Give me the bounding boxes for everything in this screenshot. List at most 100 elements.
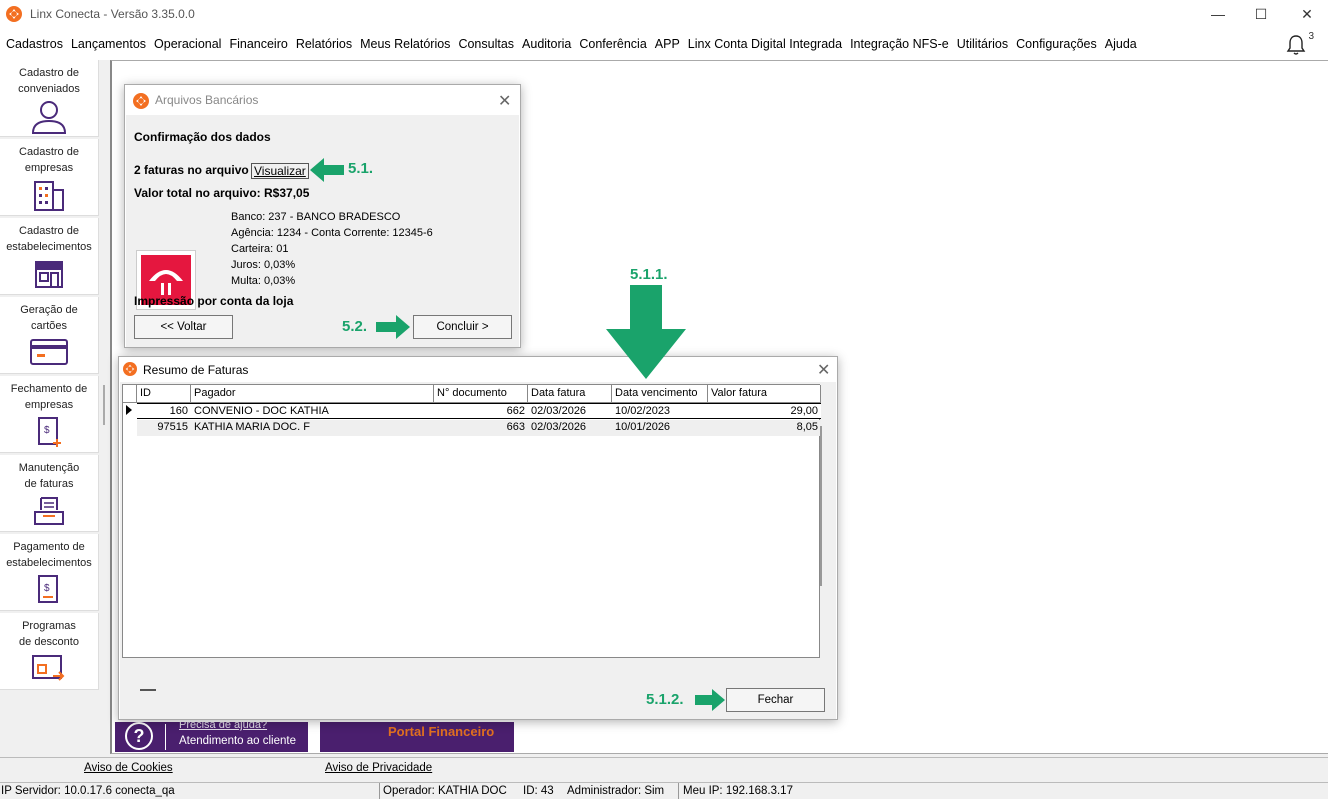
bank-name: Banco: 237 - BANCO BRADESCO xyxy=(231,211,401,223)
cell-valor: 8,05 xyxy=(796,421,818,433)
menu-financeiro[interactable]: Financeiro xyxy=(225,37,291,51)
menu-lancamentos[interactable]: Lançamentos xyxy=(67,37,150,51)
sidebar-item-estabelecimentos[interactable]: Cadastro de estabelecimentos xyxy=(0,218,99,295)
svg-text:$: $ xyxy=(44,583,50,594)
cell-pagador: KATHIA MARIA DOC. F xyxy=(194,421,310,433)
notification-count: 3 xyxy=(1308,31,1314,42)
sidebar-item-pagamento[interactable]: Pagamento de estabelecimentos $ xyxy=(0,534,99,611)
impressao-label: Impressão por conta da loja xyxy=(134,294,294,308)
maximize-button[interactable]: ☐ xyxy=(1238,0,1284,28)
dialog-title: Resumo de Faturas xyxy=(143,363,249,377)
column-header-pagador[interactable]: Pagador xyxy=(191,385,434,403)
dialog-close-button[interactable]: ✕ xyxy=(817,360,830,380)
cell-data-fatura: 02/03/2026 xyxy=(531,421,587,433)
grid-footer-dash xyxy=(140,689,156,691)
cell-documento: 662 xyxy=(506,405,525,417)
annotation-5-2: 5.2. xyxy=(342,318,368,335)
menu-utilitarios[interactable]: Utilitários xyxy=(953,37,1012,51)
discount-icon xyxy=(32,655,65,681)
faturas-grid: ID Pagador N° documento Data fatura Data… xyxy=(122,384,821,658)
portal-financeiro-label: Portal Financeiro xyxy=(388,724,495,739)
column-header-data-vencimento[interactable]: Data vencimento xyxy=(612,385,708,403)
store-icon xyxy=(35,261,63,288)
cell-id: 160 xyxy=(169,405,188,417)
concluir-button[interactable]: Concluir > xyxy=(413,315,512,339)
annotation-arrow-right xyxy=(695,689,725,711)
visualizar-link[interactable]: Visualizar xyxy=(251,163,309,179)
menu-auditoria[interactable]: Auditoria xyxy=(518,37,575,51)
sidebar-item-empresas[interactable]: Cadastro de empresas xyxy=(0,139,99,216)
sidebar-item-descontos[interactable]: Programas de desconto xyxy=(0,613,99,690)
sidebar-item-label: Pagamento de estabelecimentos xyxy=(6,541,92,569)
tray-icon xyxy=(34,497,64,525)
dialog-close-button[interactable]: ✕ xyxy=(498,91,511,111)
sidebar-item-cartoes[interactable]: Geração de cartões xyxy=(0,297,99,374)
sidebar-item-label: Cadastro de conveniados xyxy=(18,67,80,95)
sidebar-item-label: Cadastro de estabelecimentos xyxy=(6,225,92,253)
menu-configuracoes[interactable]: Configurações xyxy=(1012,37,1101,51)
bank-agency: Agência: 1234 - Conta Corrente: 12345-6 xyxy=(231,227,433,239)
cell-documento: 663 xyxy=(506,421,525,433)
menu-linx-conta-digital[interactable]: Linx Conta Digital Integrada xyxy=(684,37,846,51)
column-header-documento[interactable]: N° documento xyxy=(434,385,528,403)
cookies-link[interactable]: Aviso de Cookies xyxy=(84,762,173,774)
cell-data-vencimento: 10/01/2026 xyxy=(615,421,671,433)
menu-meus-relatorios[interactable]: Meus Relatórios xyxy=(356,37,454,51)
minimize-button[interactable]: — xyxy=(1195,0,1241,28)
cell-id: 97515 xyxy=(157,421,188,433)
sidebar-item-label: Geração de cartões xyxy=(20,304,78,332)
column-header-id[interactable]: ID xyxy=(137,385,191,403)
menu-integracao-nfse[interactable]: Integração NFS-e xyxy=(846,37,953,51)
help-banner-title: Precisa de ajuda? xyxy=(179,719,268,731)
current-row-indicator xyxy=(126,405,132,415)
faturas-count: 2 faturas no arquivo xyxy=(134,163,249,177)
portal-financeiro-banner[interactable]: Portal Financeiro xyxy=(320,722,514,752)
dialog-body: ID Pagador N° documento Data fatura Data… xyxy=(120,382,836,719)
cell-data-vencimento: 10/02/2023 xyxy=(615,405,671,417)
fechar-button[interactable]: Fechar xyxy=(726,688,825,712)
menu-conferencia[interactable]: Conferência xyxy=(575,37,650,51)
building-icon xyxy=(34,181,64,211)
invoice-icon: $ xyxy=(38,417,61,447)
sidebar-splitter[interactable] xyxy=(103,385,105,425)
sidebar-item-label: Programas de desconto xyxy=(19,620,79,648)
menu-bar: Cadastros Lançamentos Operacional Financ… xyxy=(0,28,1328,60)
menu-ajuda[interactable]: Ajuda xyxy=(1101,37,1141,51)
banner-divider xyxy=(165,724,166,750)
payment-icon: $ xyxy=(38,575,58,603)
title-bar: Linx Conecta - Versão 3.35.0.0 xyxy=(0,0,1328,28)
menu-operacional[interactable]: Operacional xyxy=(150,37,225,51)
user-icon xyxy=(31,101,67,134)
sidebar-item-conveniados[interactable]: Cadastro de conveniados xyxy=(0,60,99,137)
sidebar-item-fechamento[interactable]: Fechamento de empresas $ xyxy=(0,376,99,453)
bell-icon[interactable] xyxy=(1284,33,1308,57)
privacy-link[interactable]: Aviso de Privacidade xyxy=(325,762,432,774)
annotation-5-1: 5.1. xyxy=(348,160,374,177)
svg-text:$: $ xyxy=(44,425,50,436)
status-operator: Operador: KATHIA DOC xyxy=(383,785,507,797)
column-header-valor[interactable]: Valor fatura xyxy=(708,385,821,403)
sidebar-item-faturas[interactable]: Manutenção de faturas xyxy=(0,455,99,532)
menu-consultas[interactable]: Consultas xyxy=(454,37,518,51)
dialog-title: Arquivos Bancários xyxy=(155,93,259,107)
grid-indicator-header xyxy=(123,385,137,403)
annotation-arrow-left xyxy=(310,158,344,182)
menu-app[interactable]: APP xyxy=(651,37,684,51)
menu-cadastros[interactable]: Cadastros xyxy=(2,37,67,51)
bank-multa: Multa: 0,03% xyxy=(231,275,296,287)
help-banner[interactable]: ? Precisa de ajuda? Atendimento ao clien… xyxy=(115,719,308,752)
sidebar-item-label: Manutenção de faturas xyxy=(18,462,80,490)
bank-juros: Juros: 0,03% xyxy=(231,259,296,271)
close-button[interactable]: ✕ xyxy=(1284,0,1328,28)
menu-relatorios[interactable]: Relatórios xyxy=(292,37,356,51)
annotation-arrow-right xyxy=(376,315,410,339)
status-my-ip: Meu IP: 192.168.3.17 xyxy=(683,785,793,797)
annotation-5-1-2: 5.1.2. xyxy=(646,691,684,708)
sidebar-item-label: Cadastro de empresas xyxy=(19,146,79,174)
grid-vertical-scrollbar[interactable] xyxy=(820,426,822,586)
column-header-data-fatura[interactable]: Data fatura xyxy=(528,385,612,403)
sidebar-item-label: Fechamento de empresas xyxy=(10,383,88,411)
resumo-faturas-dialog: Resumo de Faturas ✕ ID Pagador N° docume… xyxy=(118,356,838,720)
voltar-button[interactable]: << Voltar xyxy=(134,315,233,339)
confirmation-heading: Confirmação dos dados xyxy=(134,130,271,144)
